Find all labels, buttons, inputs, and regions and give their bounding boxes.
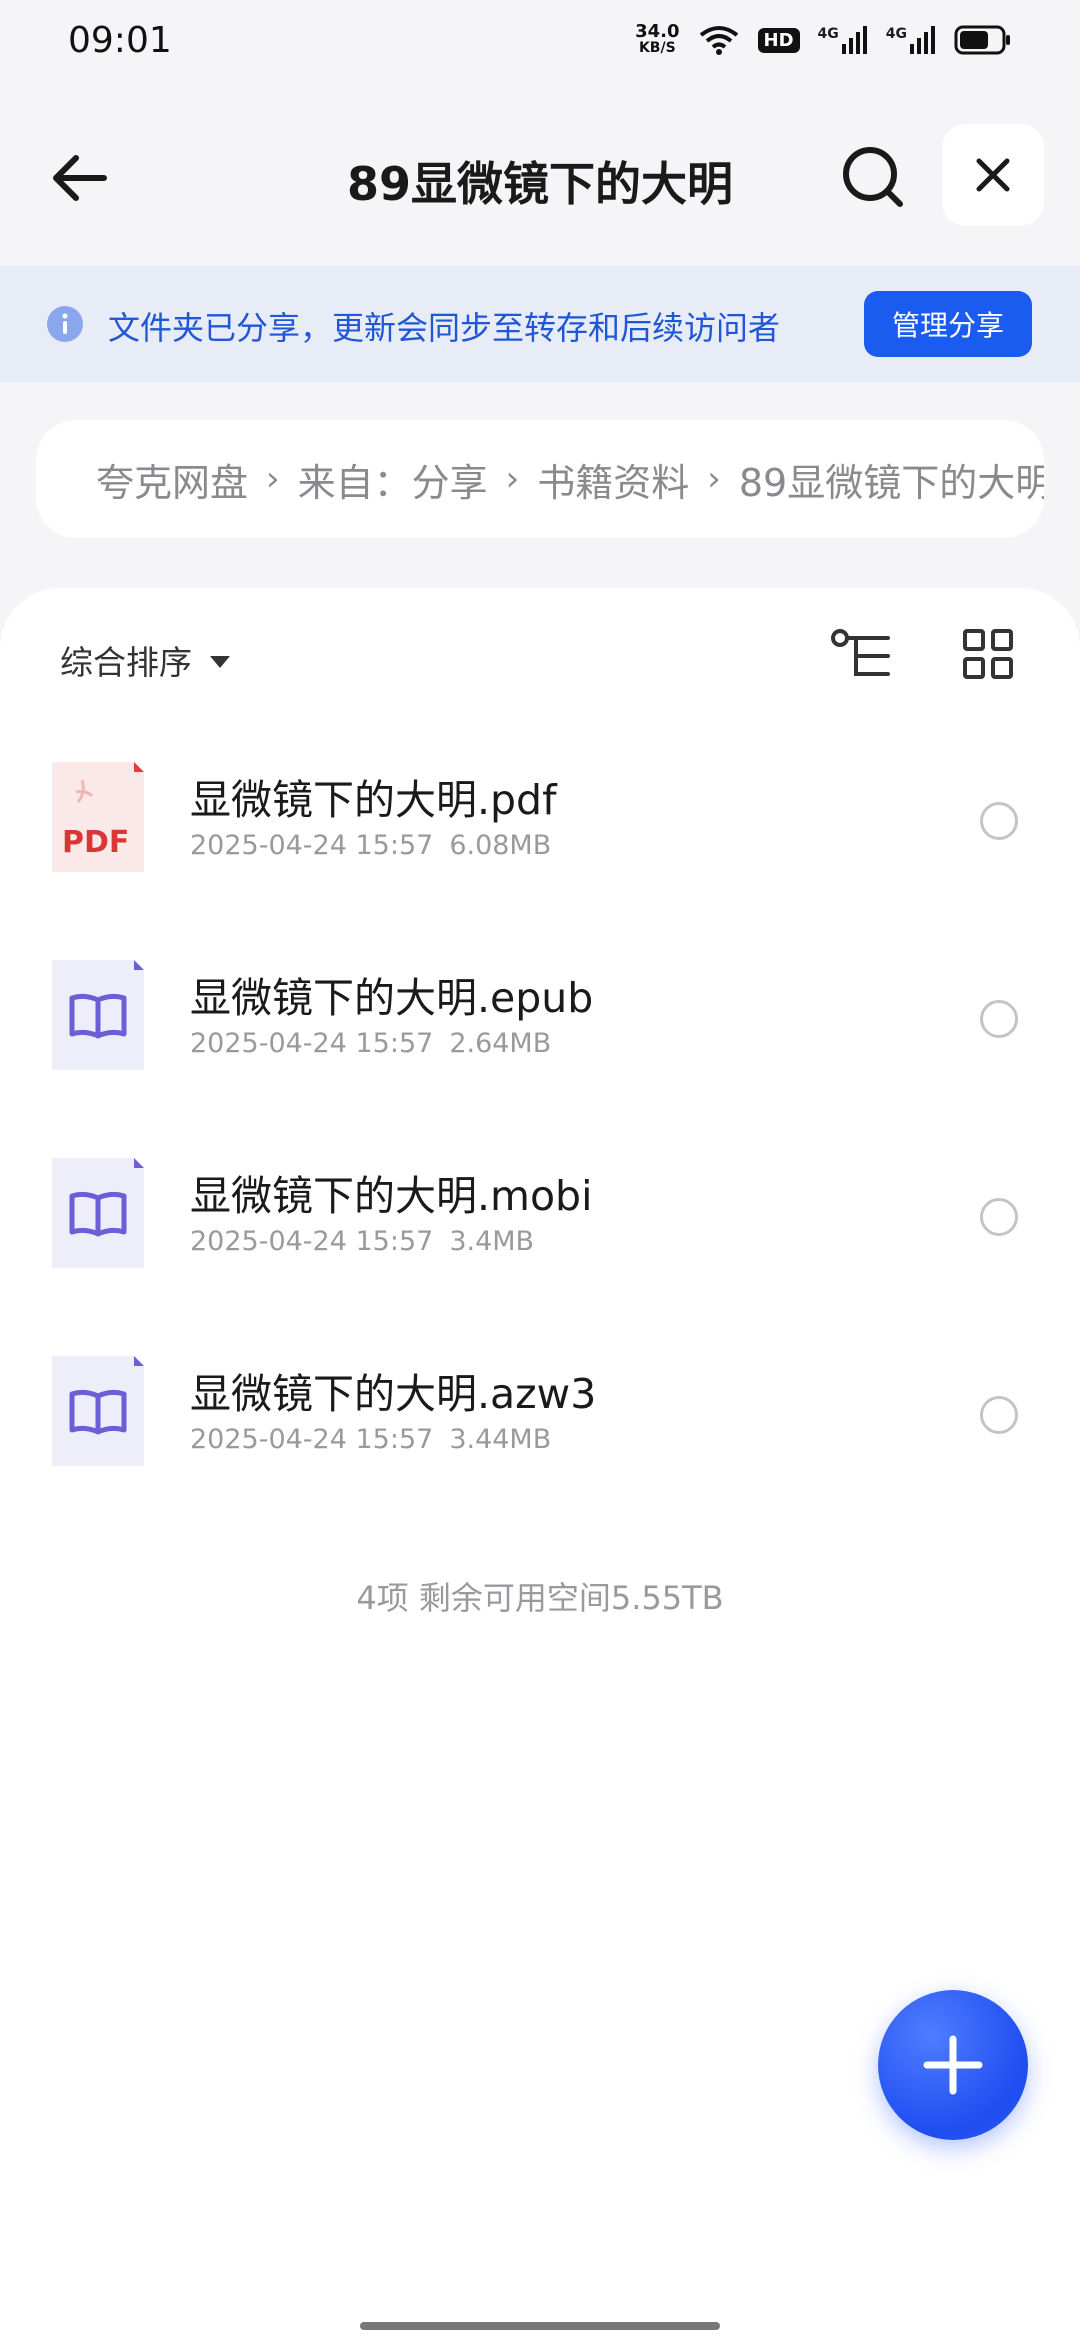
file-date: 2025-04-24 15:57 — [190, 1226, 434, 1257]
search-button[interactable] — [838, 142, 908, 212]
plus-icon — [923, 2035, 983, 2095]
signal-strength-icon: 4G — [818, 26, 868, 54]
chevron-right-icon: › — [505, 459, 520, 499]
file-size: 3.44MB — [449, 1424, 552, 1455]
pdf-file-icon: PDF — [52, 762, 144, 872]
file-row[interactable]: 显微镜下的大明.mobi 2025-04-24 15:57 3.4MB — [0, 1122, 1080, 1320]
search-icon — [843, 147, 903, 207]
caret-down-icon — [210, 656, 230, 668]
tree-view-icon — [831, 629, 890, 676]
network-speed-unit: KB/S — [638, 40, 676, 56]
signal-network-label-2: 4G — [885, 26, 907, 42]
file-select-radio[interactable] — [980, 1000, 1018, 1038]
file-size: 3.4MB — [449, 1226, 535, 1257]
network-speed: 34.0 KB/S — [635, 21, 680, 57]
close-button[interactable] — [942, 124, 1044, 226]
breadcrumb: 夸克网盘 › 来自：分享 › 书籍资料 › 89显微镜下的大明 — [36, 420, 1044, 538]
file-meta: 2025-04-24 15:57 2.64MB — [190, 1028, 551, 1059]
hd-badge-icon: HD — [757, 27, 800, 53]
file-date: 2025-04-24 15:57 — [190, 1424, 434, 1455]
title-bar: 89显微镜下的大明 — [0, 120, 1080, 230]
status-icons: 34.0 KB/S HD 4G 4G — [635, 21, 1012, 57]
wifi-icon — [698, 24, 740, 56]
page-title: 89显微镜下的大明 — [346, 157, 733, 211]
file-select-radio[interactable] — [980, 1396, 1018, 1434]
book-file-icon — [52, 1356, 144, 1466]
file-meta: 2025-04-24 15:57 3.4MB — [190, 1226, 534, 1257]
file-date: 2025-04-24 15:57 — [190, 830, 434, 861]
status-time: 09:01 — [68, 19, 172, 61]
grid-view-icon — [963, 629, 1013, 679]
pdf-type-label: PDF — [62, 825, 129, 860]
file-select-radio[interactable] — [980, 802, 1018, 840]
file-date: 2025-04-24 15:57 — [190, 1028, 434, 1059]
close-icon — [976, 158, 1010, 192]
storage-summary: 4项 剩余可用空间5.55TB — [356, 1579, 724, 1617]
signal-strength-icon-2: 4G — [886, 26, 936, 54]
file-size: 6.08MB — [449, 830, 552, 861]
file-row[interactable]: PDF 显微镜下的大明.pdf 2025-04-24 15:57 6.08MB — [0, 726, 1080, 924]
breadcrumb-item-current[interactable]: 89显微镜下的大明 — [739, 452, 1044, 507]
sort-label: 综合排序 — [60, 643, 192, 682]
chevron-right-icon: › — [707, 459, 721, 499]
file-meta: 2025-04-24 15:57 6.08MB — [190, 830, 551, 861]
file-select-radio[interactable] — [980, 1198, 1018, 1236]
manage-share-button[interactable]: 管理分享 — [864, 291, 1032, 357]
sort-dropdown[interactable]: 综合排序 — [60, 636, 230, 684]
info-icon — [47, 306, 83, 342]
grid-view-button[interactable] — [962, 628, 1014, 680]
file-row[interactable]: 显微镜下的大明.azw3 2025-04-24 15:57 3.44MB — [0, 1320, 1080, 1518]
book-file-icon — [52, 1158, 144, 1268]
battery-icon — [954, 25, 1012, 55]
breadcrumb-item-books[interactable]: 书籍资料 — [537, 452, 689, 507]
breadcrumb-item-root[interactable]: 夸克网盘 — [96, 452, 248, 507]
file-size: 2.64MB — [449, 1028, 552, 1059]
home-indicator[interactable] — [360, 2322, 720, 2330]
file-row[interactable]: 显微镜下的大明.epub 2025-04-24 15:57 2.64MB — [0, 924, 1080, 1122]
book-file-icon — [52, 960, 144, 1070]
file-meta: 2025-04-24 15:57 3.44MB — [190, 1424, 551, 1455]
file-name: 显微镜下的大明.azw3 — [190, 1370, 597, 1418]
file-name: 显微镜下的大明.pdf — [190, 776, 557, 824]
add-button[interactable] — [878, 1990, 1028, 2140]
file-name: 显微镜下的大明.mobi — [190, 1172, 593, 1220]
status-bar: 09:01 34.0 KB/S HD 4G 4G — [0, 0, 1080, 80]
network-speed-value: 34.0 — [635, 21, 680, 42]
share-banner: 文件夹已分享，更新会同步至转存和后续访问者 管理分享 — [0, 265, 1080, 383]
chevron-right-icon: › — [266, 459, 280, 499]
breadcrumb-item-from-share[interactable]: 来自：分享 — [298, 452, 488, 507]
signal-network-label: 4G — [817, 26, 839, 42]
share-banner-text: 文件夹已分享，更新会同步至转存和后续访问者 — [108, 309, 781, 347]
tree-view-button[interactable] — [830, 628, 894, 684]
file-name: 显微镜下的大明.epub — [190, 974, 594, 1022]
